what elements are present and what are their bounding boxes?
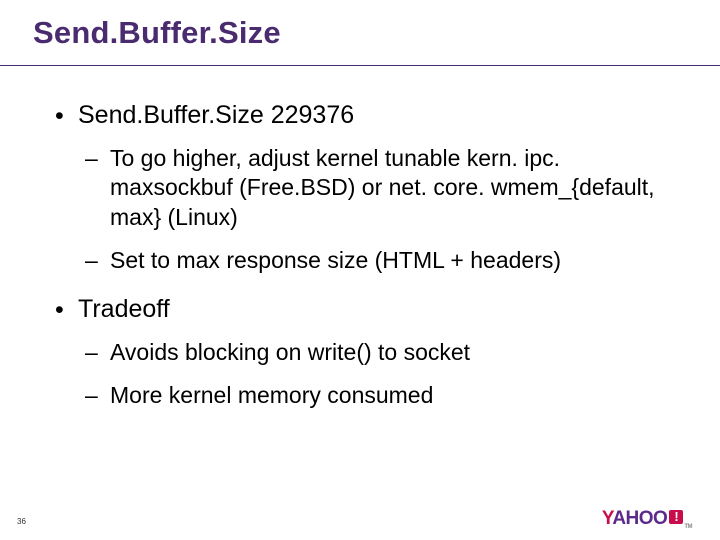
bullet-level2: – More kernel memory consumed [85, 381, 672, 410]
bullet-text: More kernel memory consumed [110, 382, 433, 408]
title-divider [0, 65, 720, 66]
logo-tm: TM [684, 524, 692, 530]
bullet-text: Send.Buffer.Size 229376 [78, 101, 354, 129]
bullet-dot-icon: • [55, 101, 64, 131]
slide-body: • Send.Buffer.Size 229376 – To go higher… [52, 100, 672, 425]
bullet-text: Avoids blocking on write() to socket [110, 339, 470, 365]
bullet-block-1: • Send.Buffer.Size 229376 – To go higher… [52, 100, 672, 276]
bullet-level2: – To go higher, adjust kernel tunable ke… [85, 144, 672, 232]
bullet-level1: • Tradeoff [52, 294, 672, 324]
bullet-dash-icon: – [85, 338, 98, 367]
logo-letter-y: Y [602, 508, 612, 529]
slide-title: Send.Buffer.Size [33, 15, 281, 51]
yahoo-logo: YAHOO!TM [602, 508, 692, 530]
logo-bang-icon: ! [669, 510, 683, 524]
bullet-text: Set to max response size (HTML + headers… [110, 247, 561, 273]
bullet-block-2: • Tradeoff – Avoids blocking on write() … [52, 294, 672, 411]
slide: Send.Buffer.Size • Send.Buffer.Size 2293… [0, 0, 720, 540]
bullet-dash-icon: – [85, 381, 98, 410]
bullet-dot-icon: • [55, 295, 64, 325]
page-number: 36 [17, 517, 26, 526]
bullet-level1: • Send.Buffer.Size 229376 [52, 100, 672, 130]
logo-letters-ahoo: AHOO [612, 508, 667, 529]
bullet-text: Tradeoff [78, 295, 170, 323]
bullet-dash-icon: – [85, 246, 98, 275]
bullet-dash-icon: – [85, 144, 98, 173]
bullet-level2: – Set to max response size (HTML + heade… [85, 246, 672, 275]
bullet-text: To go higher, adjust kernel tunable kern… [110, 145, 655, 230]
bullet-level2: – Avoids blocking on write() to socket [85, 338, 672, 367]
